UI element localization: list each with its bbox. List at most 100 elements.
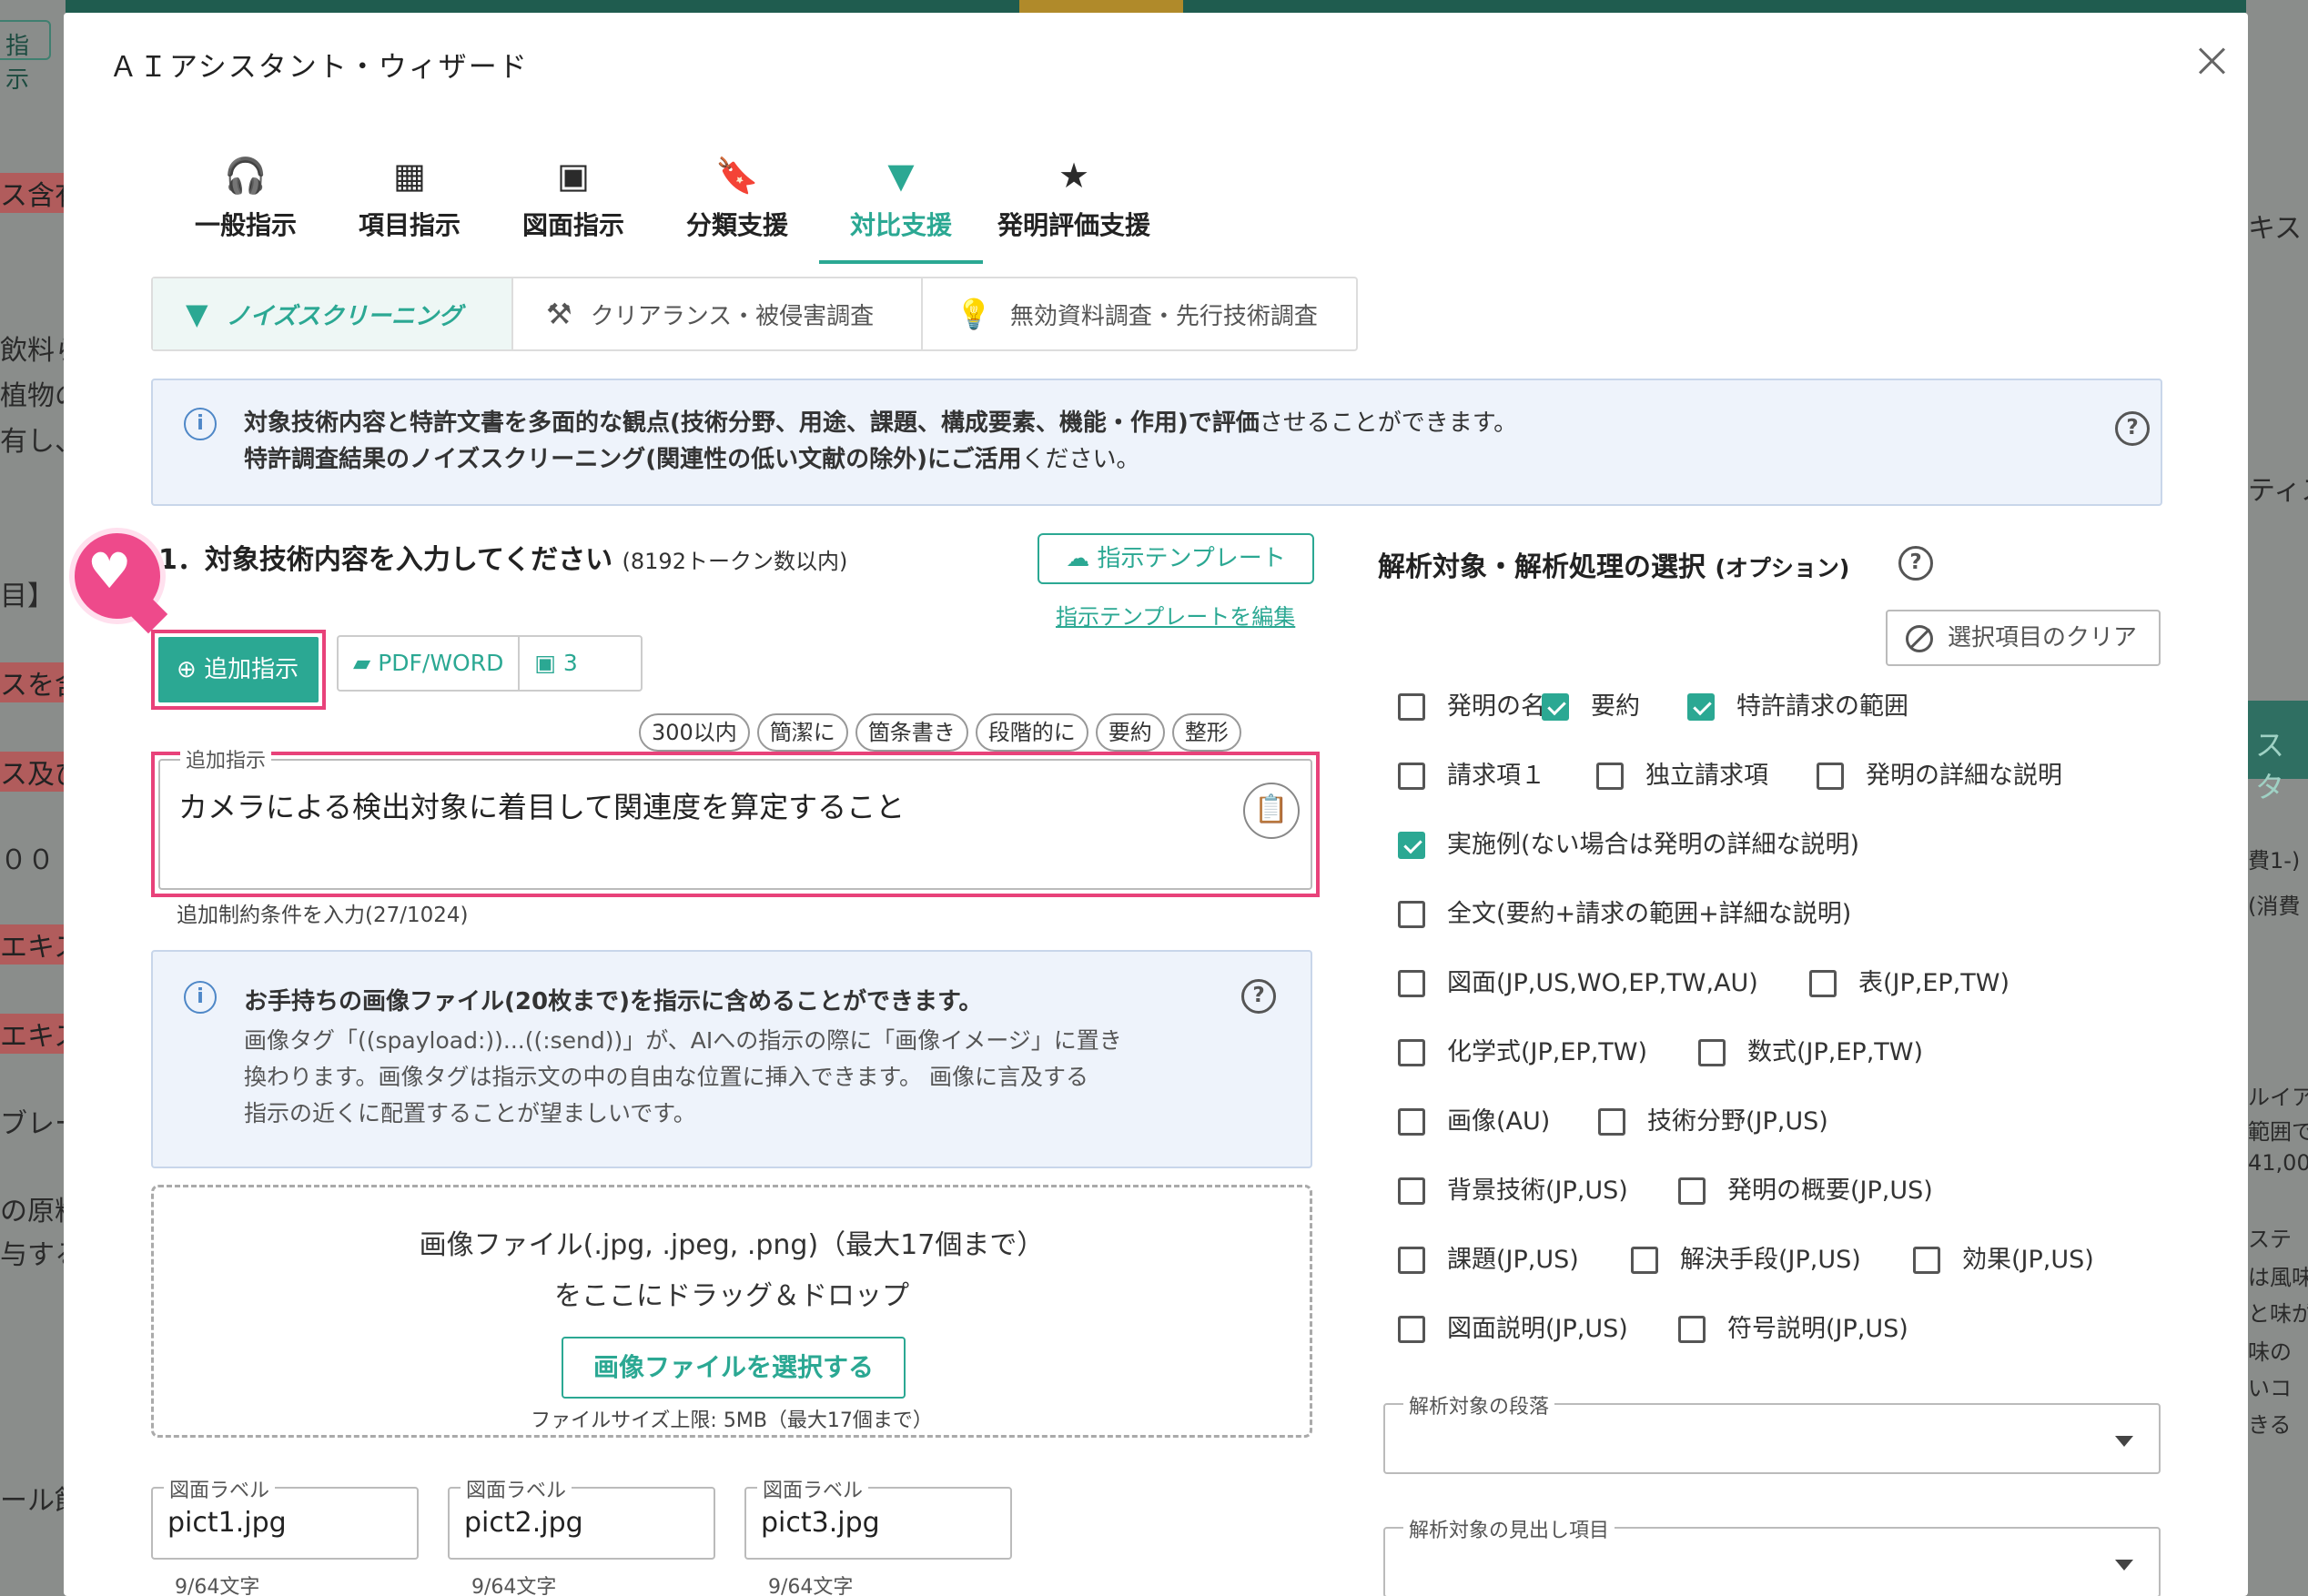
background-text: の原料 [0, 1196, 66, 1227]
image-label-field[interactable]: 図面ラベル pict2.jpg 9/64文字 [448, 1474, 715, 1596]
checkbox-drawing-description[interactable]: 図面説明(JP,US) [1398, 1314, 1628, 1345]
heading-select[interactable]: 解析対象の見出し項目 [1383, 1514, 2161, 1596]
background-text: と味が [2248, 1301, 2308, 1327]
funnel-icon: ▼ [887, 156, 915, 196]
checkbox-background-art[interactable]: 背景技術(JP,US) [1398, 1176, 1628, 1207]
checkbox-independent-claims[interactable]: 独立請求項 [1596, 761, 1768, 792]
chip-format[interactable]: 整形 [1171, 713, 1241, 752]
tab-item-instruction[interactable]: ▦ 項目指示 [328, 140, 491, 264]
checkbox-abstract[interactable]: 要約 [1542, 692, 1640, 722]
tab-drawing-instruction[interactable]: ▣ 図面指示 [491, 140, 655, 264]
checkbox-claim-1[interactable]: 請求項１ [1398, 761, 1545, 792]
character-counter: 9/64文字 [768, 1576, 854, 1596]
chip-concise[interactable]: 簡潔に [756, 713, 848, 752]
chip-step-by-step[interactable]: 段階的に [975, 713, 1088, 752]
additional-instruction-field[interactable]: 追加指示 カメラによる検出対象に着目して関連度を算定すること 📋 [158, 744, 1312, 890]
field-label: 解析対象の見出し項目 [1403, 1514, 1615, 1543]
clear-selection-button[interactable]: 選択項目のクリア [1886, 610, 2161, 666]
background-text: キス [2248, 213, 2303, 245]
sub-tabs: ▼ ノイズスクリーニング ⚒ クリアランス・被侵害調査 💡 無効資料調査・先行技… [151, 277, 1358, 351]
select-image-button[interactable]: 画像ファイルを選択する [562, 1337, 906, 1399]
edit-template-link[interactable]: 指示テンプレートを編集 [1056, 599, 1295, 631]
field-value[interactable]: pict2.jpg [464, 1507, 583, 1539]
image-attach-button[interactable]: ▣ 3 [518, 637, 592, 690]
background-text: 費1-) [2248, 848, 2301, 874]
subtab-clearance[interactable]: ⚒ クリアランス・被侵害調査 [513, 278, 923, 349]
clipboard-icon[interactable]: 📋 [1243, 783, 1300, 839]
background-badge [1019, 0, 1183, 13]
field-label: 解析対象の段落 [1403, 1390, 1555, 1419]
checkbox-chemical-formulas[interactable]: 化学式(JP,EP,TW) [1398, 1037, 1647, 1068]
subtab-invalidity-search[interactable]: 💡 無効資料調査・先行技術調査 [923, 278, 1356, 349]
paragraph-select[interactable]: 解析対象の段落 [1383, 1390, 2161, 1474]
tab-label: 分類支援 [685, 210, 788, 240]
image-info-banner: i お手持ちの画像ファイル(20枚まで)を指示に含めることができます。 画像タグ… [151, 950, 1312, 1168]
funnel-icon: ▼ [186, 297, 208, 331]
checkbox-reference-signs[interactable]: 符号説明(JP,US) [1678, 1314, 1908, 1345]
lightbulb-icon: 💡 [956, 297, 992, 331]
tab-general-instruction[interactable]: 🎧 一般指示 [164, 140, 328, 264]
tab-invention-evaluation[interactable]: ★ 発明評価支援 [983, 140, 1165, 264]
folder-icon: ▰ [353, 650, 371, 676]
image-label-field[interactable]: 図面ラベル pict1.jpg 9/64文字 [151, 1474, 419, 1596]
help-icon[interactable]: ? [1241, 979, 1276, 1014]
background-text: 飲料ら [0, 335, 66, 367]
checkbox-problem[interactable]: 課題(JP,US) [1398, 1245, 1579, 1276]
info-line: 指示の近くに配置することが望ましいです。 [244, 1100, 696, 1126]
image-dropzone[interactable]: 画像ファイル(.jpg, .jpeg, .png)（最大17個まで） をここにド… [151, 1185, 1312, 1438]
background-text: 植物の [0, 380, 66, 412]
field-value[interactable]: カメラによる検出対象に着目して関連度を算定すること [178, 784, 905, 826]
checkbox-drawings[interactable]: 図面(JP,US,WO,EP,TW,AU) [1398, 968, 1758, 999]
dropdown-arrow-icon [2115, 1560, 2133, 1571]
ban-icon [1906, 625, 1933, 652]
checkbox-detailed-description[interactable]: 発明の詳細な説明 [1817, 761, 2062, 792]
background-text: ００ [0, 844, 55, 876]
background-text: 目】 [0, 581, 55, 612]
field-value[interactable]: pict1.jpg [167, 1507, 287, 1539]
checkbox-technical-field[interactable]: 技術分野(JP,US) [1598, 1106, 1828, 1137]
help-icon[interactable]: ? [2115, 411, 2150, 446]
tab-label: 発明評価支援 [997, 210, 1150, 240]
subtab-label: クリアランス・被侵害調査 [590, 302, 875, 330]
field-value[interactable]: pict3.jpg [761, 1507, 880, 1539]
background-right-pane: キス ティス スタ 費1-) (消費 ルイア 範囲で 41,00 ステ は風味 … [2246, 0, 2308, 1596]
background-text: は風味 [2248, 1265, 2308, 1290]
checkbox-tables[interactable]: 表(JP,EP,TW) [1809, 968, 2009, 999]
info-line: 換わります。画像タグは指示文の中の自由な位置に挿入できます。 画像に言及する [244, 1064, 1088, 1090]
background-text: 与する [0, 1239, 66, 1271]
checkbox-summary[interactable]: 発明の概要(JP,US) [1678, 1176, 1933, 1207]
info-line: 特許調査結果のノイズスクリーニング(関連性の低い文献の除外)にご活用ください。 [244, 446, 1140, 473]
calculator-icon: ▦ [393, 156, 426, 196]
checkbox-embodiments[interactable]: 実施例(ない場合は発明の詳細な説明) [1398, 830, 1859, 861]
help-icon[interactable]: ? [1898, 546, 1933, 581]
instruction-template-button[interactable]: ☁ 指示テンプレート [1038, 533, 1314, 584]
pdf-word-button[interactable]: ▰ PDF/WORD [339, 637, 518, 690]
chip-bullets[interactable]: 箇条書き [855, 713, 968, 752]
checkbox-images[interactable]: 画像(AU) [1398, 1106, 1550, 1137]
checkbox-claims[interactable]: 特許請求の範囲 [1687, 692, 1908, 722]
tab-label: 項目指示 [358, 210, 461, 240]
add-instruction-button[interactable]: ⊕ 追加指示 [158, 637, 319, 702]
headset-icon: 🎧 [224, 156, 268, 196]
background-text: いコ [2248, 1376, 2292, 1401]
subtab-noise-screening[interactable]: ▼ ノイズスクリーニング [153, 278, 513, 349]
background-text: (消費 [2248, 894, 2301, 919]
star-icon: ★ [1058, 156, 1090, 196]
checkbox-effect[interactable]: 効果(JP,US) [1913, 1245, 2094, 1276]
chip-summary[interactable]: 要約 [1095, 713, 1165, 752]
checkbox-full-text[interactable]: 全文(要約+請求の範囲+詳細な説明) [1398, 899, 1851, 930]
quick-chips: 300以内 簡潔に 箇条書き 段階的に 要約 整形 [639, 713, 1241, 752]
tab-comparison-support[interactable]: ▼ 対比支援 [819, 140, 983, 264]
ai-assistant-wizard-dialog: ＡＩアシスタント・ウィザード 🎧 一般指示 ▦ 項目指示 ▣ 図面指示 🔖 分類… [64, 13, 2248, 1596]
info-title: お手持ちの画像ファイル(20枚まで)を指示に含めることができます。 [244, 988, 983, 1015]
image-label-field[interactable]: 図面ラベル pict3.jpg 9/64文字 [744, 1474, 1012, 1596]
background-text: ブレー [0, 1108, 66, 1140]
background-instruction-button: 指示 [0, 20, 51, 94]
cloud-download-icon: ☁ [1066, 545, 1090, 572]
checkbox-solution[interactable]: 解決手段(JP,US) [1631, 1245, 1861, 1276]
close-icon[interactable] [2192, 42, 2232, 82]
checkbox-math-formulas[interactable]: 数式(JP,EP,TW) [1698, 1037, 1923, 1068]
tab-classification-support[interactable]: 🔖 分類支援 [655, 140, 819, 264]
info-line: 対象技術内容と特許文書を多面的な観点(技術分野、用途、課題、構成要素、機能・作用… [244, 409, 1518, 437]
chip-within-300[interactable]: 300以内 [639, 713, 750, 752]
